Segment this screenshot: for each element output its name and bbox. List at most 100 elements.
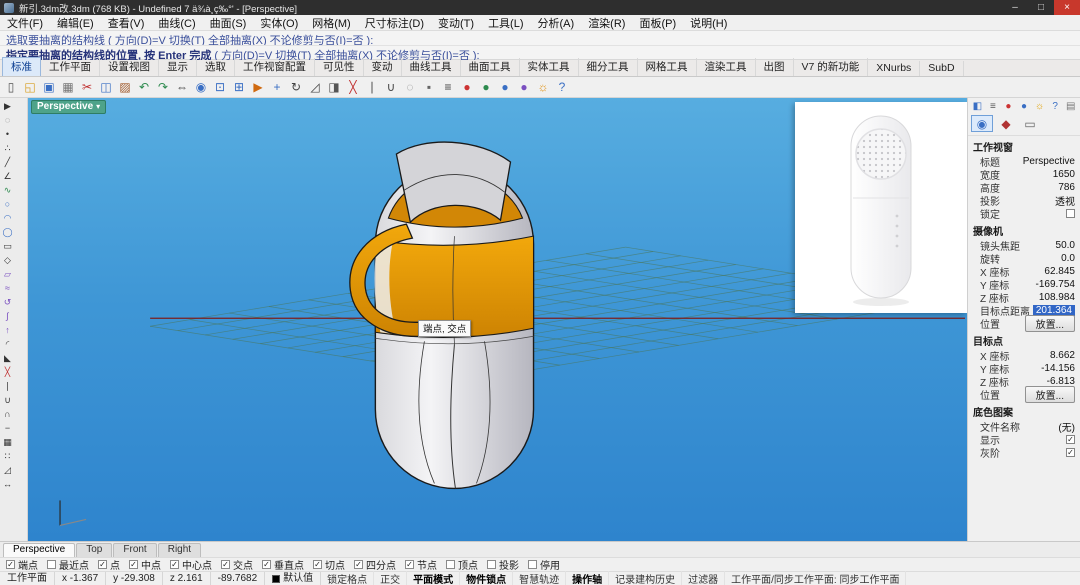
menu-item[interactable]: 尺寸标注(D): [358, 15, 431, 31]
lights-panel-icon[interactable]: ☼: [1033, 100, 1046, 113]
lasso-select-icon[interactable]: ◌: [1, 114, 14, 127]
property-row[interactable]: 灰阶: [968, 446, 1080, 459]
osnap-checkbox[interactable]: [47, 560, 56, 569]
status-toggle[interactable]: 正交: [374, 571, 407, 585]
scale-icon[interactable]: ◿: [306, 78, 324, 96]
menu-item[interactable]: 面板(P): [632, 15, 683, 31]
osnap-toggle[interactable]: 交点: [221, 557, 253, 572]
osnap-checkbox[interactable]: [129, 560, 138, 569]
split-icon[interactable]: ∣: [363, 78, 381, 96]
render-sphere-purple-icon[interactable]: ●: [515, 78, 533, 96]
zoom-window-icon[interactable]: ⊡: [211, 78, 229, 96]
menu-item[interactable]: 文件(F): [0, 15, 50, 31]
boolean-union-icon[interactable]: ∩: [1, 408, 14, 421]
osnap-checkbox[interactable]: [354, 560, 363, 569]
ellipse-icon[interactable]: ◯: [1, 226, 14, 239]
toolbar-tab[interactable]: 可见性: [315, 58, 364, 76]
layer-tools-icon[interactable]: ≡: [439, 78, 457, 96]
section-header-target[interactable]: 目标点: [968, 330, 1080, 349]
osnap-toggle[interactable]: 最近点: [47, 557, 89, 572]
menu-item[interactable]: 曲面(S): [203, 15, 254, 31]
mesh-tools-icon[interactable]: ▦: [1, 436, 14, 449]
osnap-checkbox[interactable]: [313, 560, 322, 569]
zoom-dynamic-icon[interactable]: ◉: [192, 78, 210, 96]
status-toggle[interactable]: 平面模式: [407, 571, 460, 585]
toolbar-tab[interactable]: SubD: [920, 61, 963, 76]
array-icon[interactable]: ∷: [1, 450, 14, 463]
menu-item[interactable]: 查看(V): [101, 15, 152, 31]
select-pointer-icon[interactable]: ▶: [1, 100, 14, 113]
polygon-icon[interactable]: ◇: [1, 254, 14, 267]
toolbar-tab[interactable]: 显示: [159, 58, 197, 76]
polyline-icon[interactable]: ∠: [1, 170, 14, 183]
cut-icon[interactable]: ✂: [78, 78, 96, 96]
menu-item[interactable]: 曲线(C): [151, 15, 202, 31]
viewport-tab[interactable]: Right: [158, 543, 201, 557]
model-lint-remover[interactable]: [350, 142, 534, 488]
print-icon[interactable]: ▦: [59, 78, 77, 96]
materials-panel-icon[interactable]: ●: [1018, 100, 1031, 113]
osnap-toggle[interactable]: 四分点: [354, 557, 396, 572]
render-sphere-blue-icon[interactable]: ●: [496, 78, 514, 96]
scale-tool-icon[interactable]: ◿: [1, 464, 14, 477]
pan-view-icon[interactable]: ⇔: [173, 78, 191, 96]
redo-icon[interactable]: ↷: [154, 78, 172, 96]
menu-item[interactable]: 分析(A): [531, 15, 582, 31]
viewport-tab[interactable]: Front: [113, 543, 156, 557]
osnap-toggle[interactable]: 投影: [487, 557, 519, 572]
status-toggle[interactable]: 智慧轨迹: [513, 571, 566, 585]
toolbar-tab[interactable]: 变动: [364, 58, 402, 76]
select-objects-icon[interactable]: ▶: [249, 78, 267, 96]
osnap-toggle[interactable]: 节点: [405, 557, 437, 572]
property-row[interactable]: 位置 放置...: [968, 317, 1080, 330]
revolve-icon[interactable]: ↺: [1, 296, 14, 309]
wallpaper-icon[interactable]: ▭: [1019, 115, 1041, 132]
property-row[interactable]: 锁定: [968, 207, 1080, 220]
toolbar-tab[interactable]: 出图: [756, 58, 794, 76]
checkbox[interactable]: [1066, 209, 1075, 218]
osnap-toggle[interactable]: 切点: [313, 557, 345, 572]
toolbar-tab[interactable]: 曲面工具: [461, 58, 520, 76]
toolbar-tab[interactable]: 标准: [2, 57, 41, 76]
sweep-icon[interactable]: ∫: [1, 310, 14, 323]
chamfer-icon[interactable]: ◣: [1, 352, 14, 365]
boolean-difference-icon[interactable]: −: [1, 422, 14, 435]
toolbar-tab[interactable]: 细分工具: [579, 58, 638, 76]
curve-icon[interactable]: ∿: [1, 184, 14, 197]
menu-item[interactable]: 实体(O): [253, 15, 305, 31]
checkbox[interactable]: [1066, 435, 1075, 444]
viewport-tab[interactable]: Top: [76, 543, 112, 557]
circle-icon[interactable]: ○: [1, 198, 14, 211]
paste-icon[interactable]: ▨: [116, 78, 134, 96]
menu-item[interactable]: 网格(M): [305, 15, 358, 31]
osnap-toggle[interactable]: 垂直点: [262, 557, 304, 572]
dimension-icon[interactable]: ↔: [1, 478, 14, 491]
arc-icon[interactable]: ◠: [1, 212, 14, 225]
projection-icon[interactable]: ◆: [995, 115, 1017, 132]
cplane-button[interactable]: 工作平面: [0, 572, 55, 585]
lock-objects-icon[interactable]: ▪: [420, 78, 438, 96]
osnap-checkbox[interactable]: [446, 560, 455, 569]
menu-item[interactable]: 工具(L): [481, 15, 530, 31]
osnap-checkbox[interactable]: [405, 560, 414, 569]
osnap-toggle[interactable]: 点: [98, 557, 120, 572]
help-icon[interactable]: ?: [553, 78, 571, 96]
toolbar-tab[interactable]: V7 的新功能: [794, 58, 869, 76]
osnap-checkbox[interactable]: [487, 560, 496, 569]
minimize-button[interactable]: –: [1002, 0, 1028, 15]
zoom-extents-icon[interactable]: ⊞: [230, 78, 248, 96]
close-button[interactable]: ×: [1054, 0, 1080, 15]
toolbar-tab[interactable]: 选取: [197, 58, 235, 76]
save-file-icon[interactable]: ▣: [40, 78, 58, 96]
viewport-title[interactable]: Perspective▾: [31, 100, 106, 114]
toolbar-tab[interactable]: 实体工具: [520, 58, 579, 76]
status-toggle[interactable]: 记录建构历史: [609, 571, 682, 585]
checkbox[interactable]: [1066, 448, 1075, 457]
menu-item[interactable]: 渲染(R): [581, 15, 632, 31]
layers-panel-icon[interactable]: ≡: [987, 100, 1000, 113]
join-curve-icon[interactable]: ∪: [1, 394, 14, 407]
notes-panel-icon[interactable]: ▤: [1064, 100, 1077, 113]
status-toggle[interactable]: 物件锁点: [460, 571, 513, 585]
copy-icon[interactable]: ◫: [97, 78, 115, 96]
mirror-icon[interactable]: ◨: [325, 78, 343, 96]
